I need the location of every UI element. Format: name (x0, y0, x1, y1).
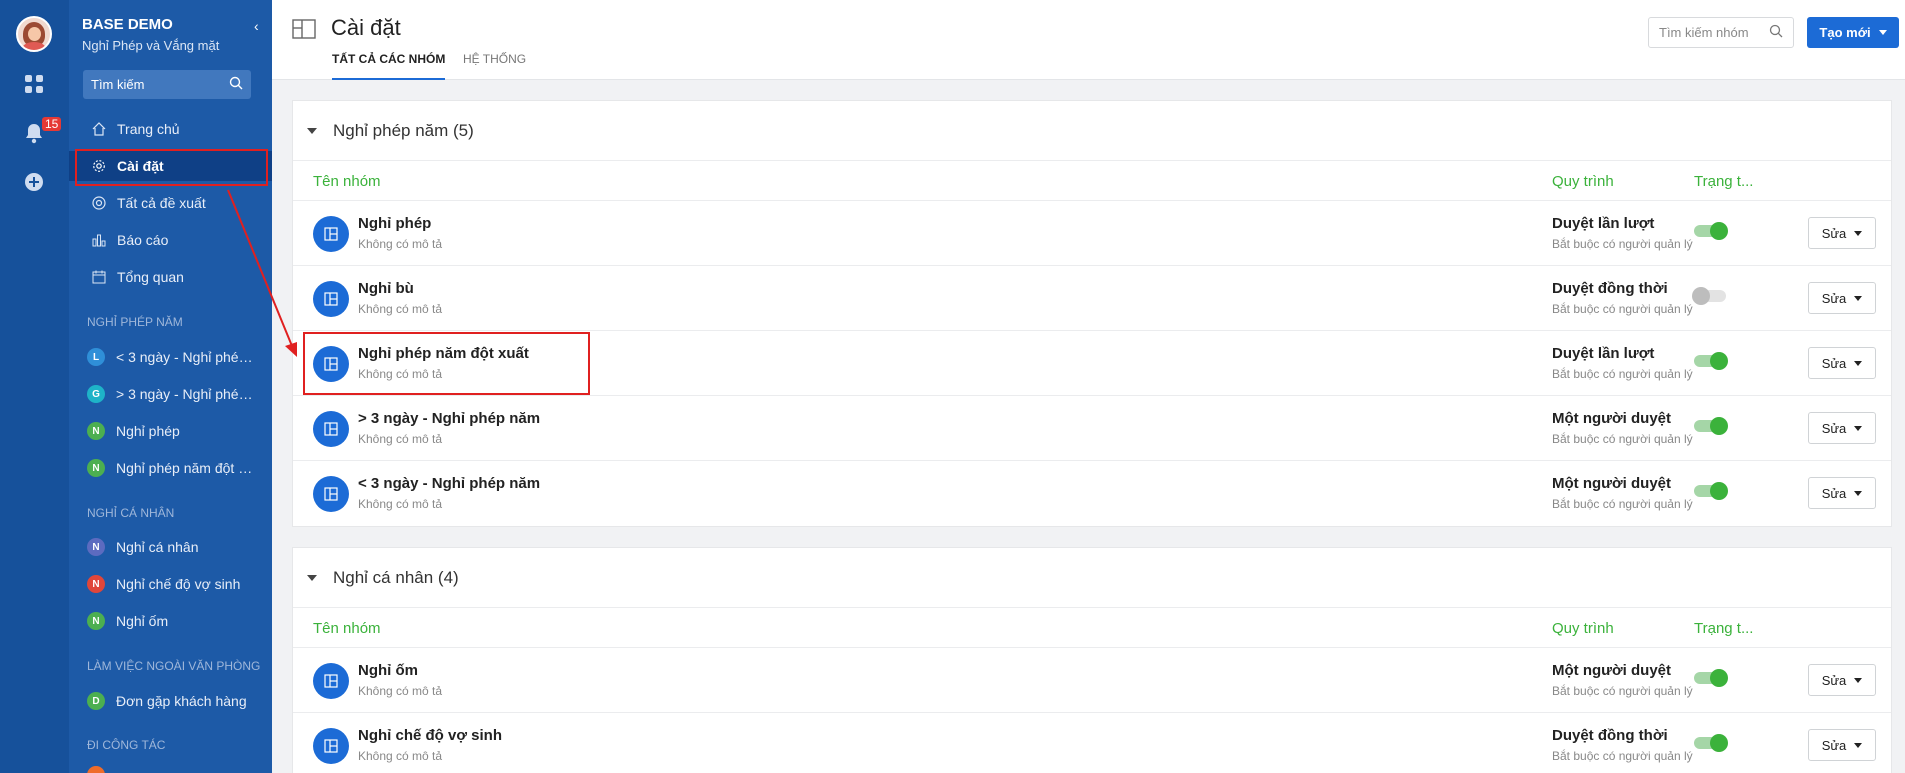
annotation-arrow (227, 189, 297, 357)
